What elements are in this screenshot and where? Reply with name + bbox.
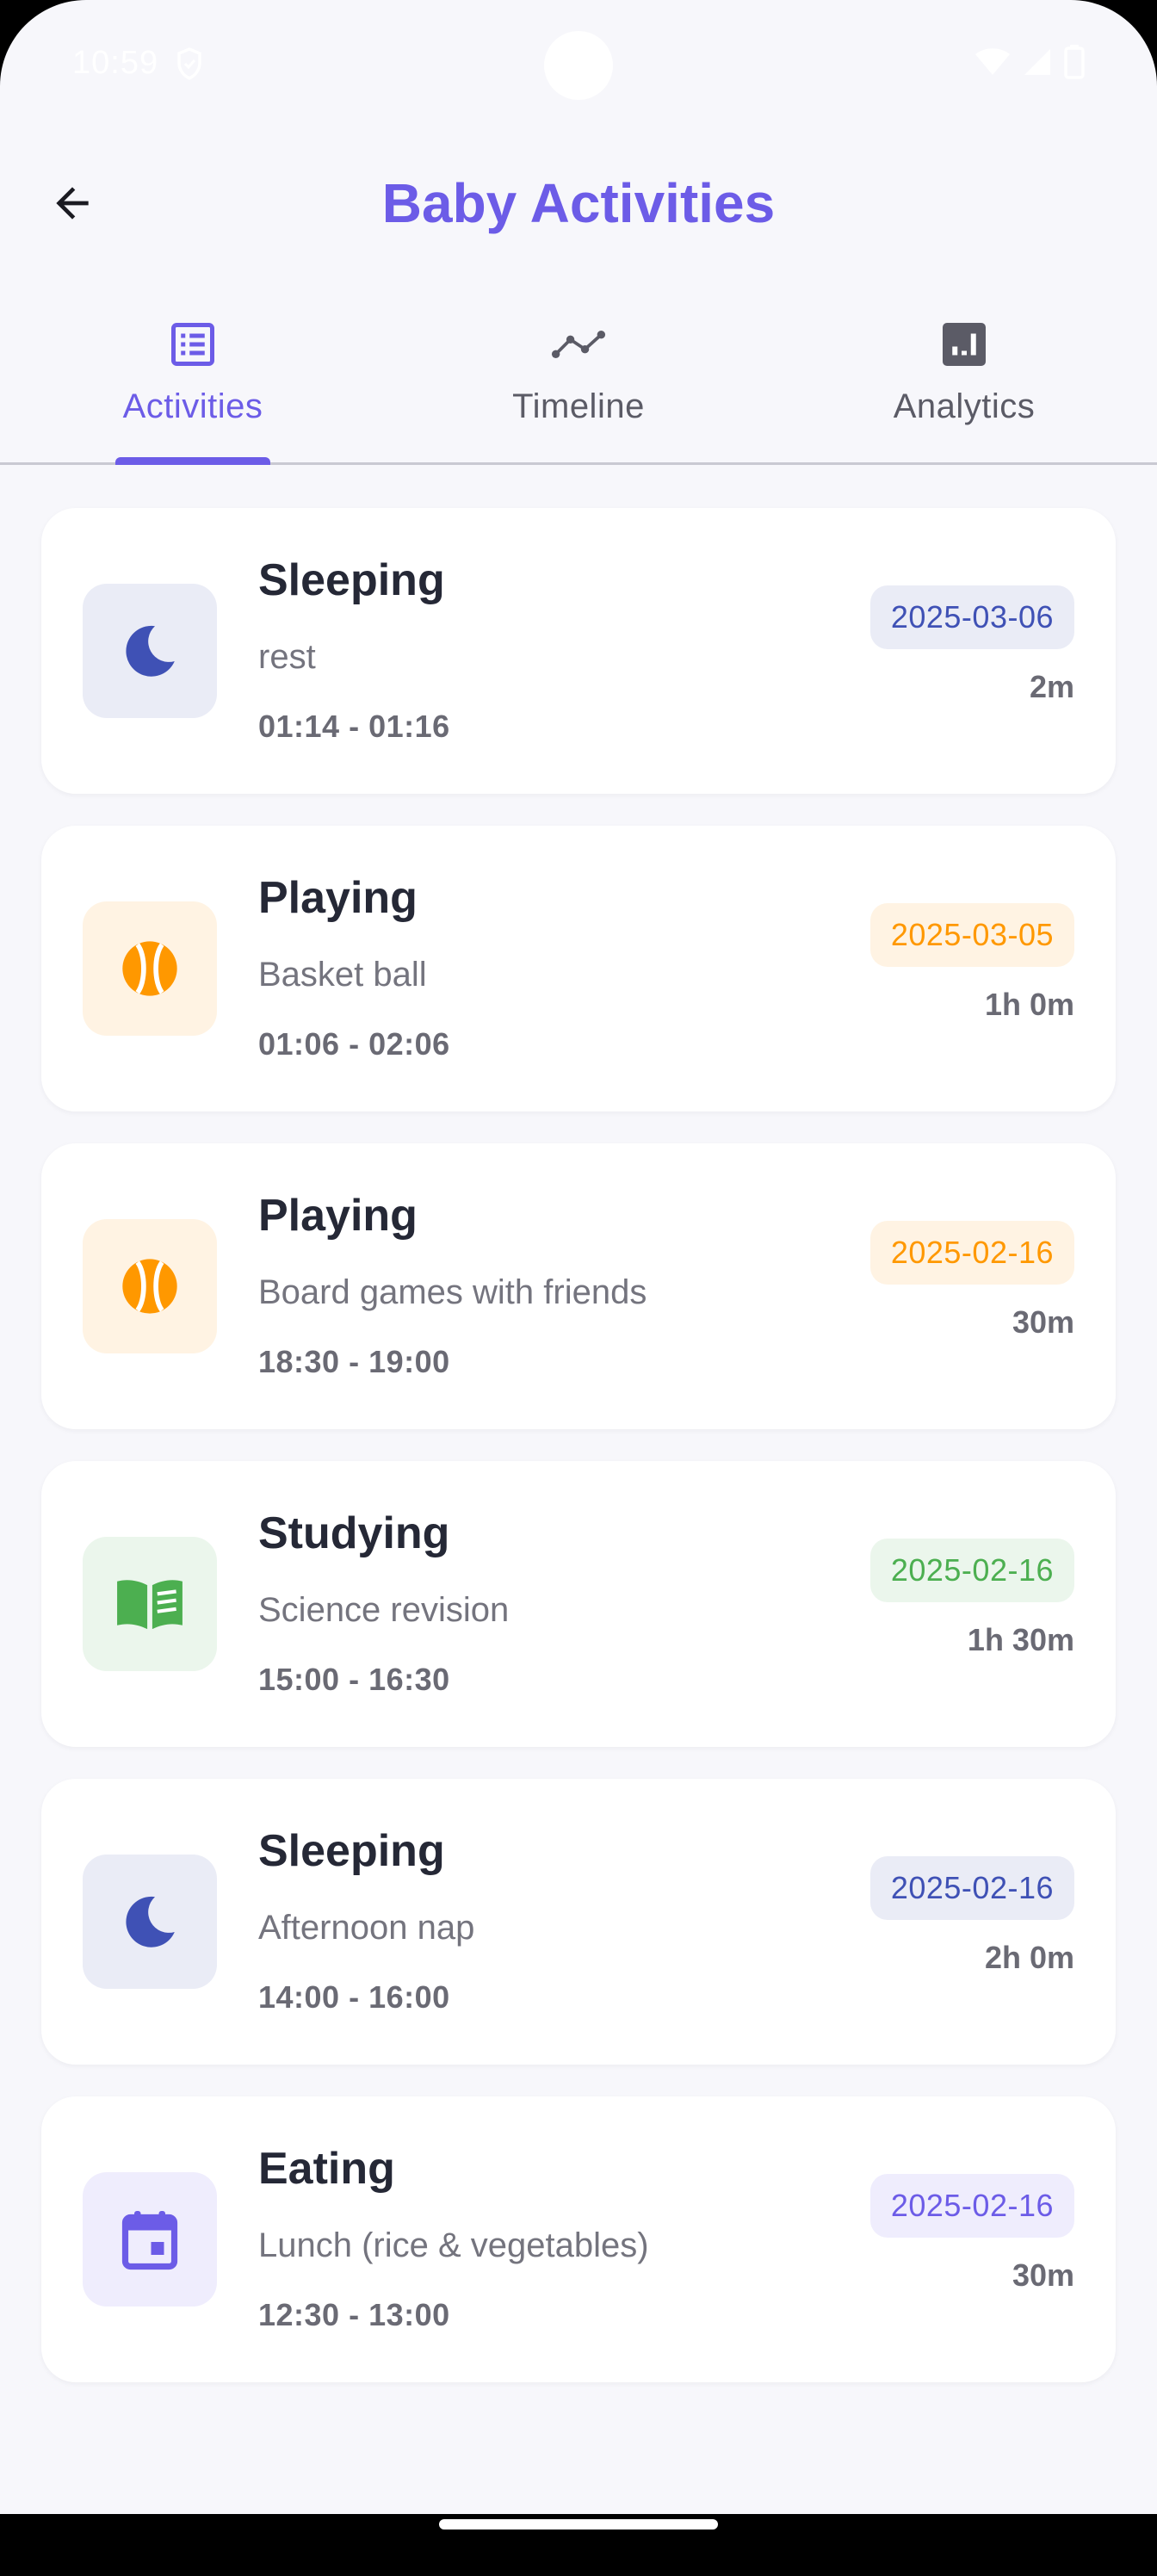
activity-note: Science revision	[258, 1591, 510, 1629]
duration: 2h 0m	[984, 1940, 1074, 1975]
activity-icon-box	[83, 1219, 217, 1353]
activity-time-range: 18:30 - 19:00	[258, 1344, 450, 1379]
activity-list: Sleeping rest 01:14 - 01:16 2025-03-06 2…	[41, 508, 1116, 2414]
activity-card[interactable]: Eating Lunch (rice & vegetables) 12:30 -…	[41, 2096, 1116, 2382]
activity-note: Basket ball	[258, 956, 427, 994]
status-time: 10:59	[72, 45, 159, 81]
activity-time-range: 15:00 - 16:30	[258, 1662, 450, 1697]
activity-note: Lunch (rice & vegetables)	[258, 2226, 649, 2264]
activity-time-range: 14:00 - 16:00	[258, 1979, 450, 2015]
activity-icon-box	[83, 2172, 217, 2307]
tab-activities[interactable]: Activities	[98, 293, 288, 465]
activity-card[interactable]: Playing Board games with friends 18:30 -…	[41, 1143, 1116, 1429]
list-icon	[165, 317, 220, 372]
tab-label: Analytics	[893, 387, 1036, 425]
tab-timeline[interactable]: Timeline	[484, 293, 673, 465]
ball-icon	[122, 1259, 177, 1314]
activity-card[interactable]: Playing Basket ball 01:06 - 02:06 2025-0…	[41, 826, 1116, 1112]
ball-icon	[122, 941, 177, 996]
analytics-icon	[937, 317, 992, 372]
duration: 30m	[1012, 1304, 1074, 1340]
activity-note: Afternoon nap	[258, 1909, 475, 1947]
moon-icon	[126, 625, 175, 677]
battery-icon	[1064, 45, 1085, 79]
cellular-signal-icon	[1024, 49, 1050, 75]
duration: 30m	[1012, 2257, 1074, 2293]
activity-title: Playing	[258, 873, 418, 923]
activity-time-range: 01:06 - 02:06	[258, 1026, 450, 1062]
camera-cutout	[544, 31, 613, 100]
page-title: Baby Activities	[381, 172, 776, 234]
activity-title: Playing	[258, 1191, 418, 1241]
calendar-icon	[121, 2211, 178, 2270]
moon-icon	[126, 1896, 175, 1947]
activity-icon-box	[83, 1855, 217, 1989]
tab-label: Activities	[122, 387, 263, 425]
home-indicator[interactable]	[439, 2519, 718, 2530]
activity-title: Eating	[258, 2144, 395, 2194]
activity-note: rest	[258, 638, 316, 676]
wifi-icon	[975, 48, 1010, 75]
date-badge: 2025-02-16	[869, 1221, 1074, 1285]
duration: 1h 0m	[984, 987, 1074, 1022]
activity-card[interactable]: Sleeping rest 01:14 - 01:16 2025-03-06 2…	[41, 508, 1116, 794]
shield-icon	[177, 47, 201, 80]
tab-analytics[interactable]: Analytics	[869, 293, 1059, 465]
activity-title: Sleeping	[258, 555, 445, 605]
status-bar: 10:59	[0, 0, 1157, 129]
date-badge: 2025-02-16	[869, 2174, 1074, 2238]
activity-note: Board games with friends	[258, 1273, 647, 1311]
status-icons	[974, 45, 1085, 79]
app-bar: Baby Activities	[0, 138, 1157, 267]
timeline-icon	[551, 317, 606, 372]
activity-title: Studying	[258, 1508, 450, 1558]
active-tab-indicator	[115, 457, 270, 465]
activity-card[interactable]: Sleeping Afternoon nap 14:00 - 16:00 202…	[41, 1779, 1116, 2065]
activity-icon-box	[83, 1537, 217, 1671]
activity-icon-box	[83, 901, 217, 1036]
activity-title: Sleeping	[258, 1826, 445, 1876]
activity-icon-box	[83, 584, 217, 718]
activity-card[interactable]: Studying Science revision 15:00 - 16:30 …	[41, 1461, 1116, 1747]
tab-bar: Activities Timeline Analytics	[0, 293, 1157, 465]
book-icon	[117, 1580, 183, 1630]
date-badge: 2025-03-05	[869, 903, 1074, 967]
activity-time-range: 12:30 - 13:00	[258, 2297, 450, 2332]
duration: 1h 30m	[967, 1622, 1074, 1657]
activity-time-range: 01:14 - 01:16	[258, 709, 450, 744]
tab-label: Timeline	[512, 387, 645, 425]
date-badge: 2025-03-06	[869, 585, 1074, 649]
phone-screen: 10:59 Baby Activities Activities Timelin…	[0, 0, 1157, 2576]
duration: 2m	[1029, 669, 1074, 704]
date-badge: 2025-02-16	[869, 1539, 1074, 1602]
date-badge: 2025-02-16	[869, 1856, 1074, 1920]
